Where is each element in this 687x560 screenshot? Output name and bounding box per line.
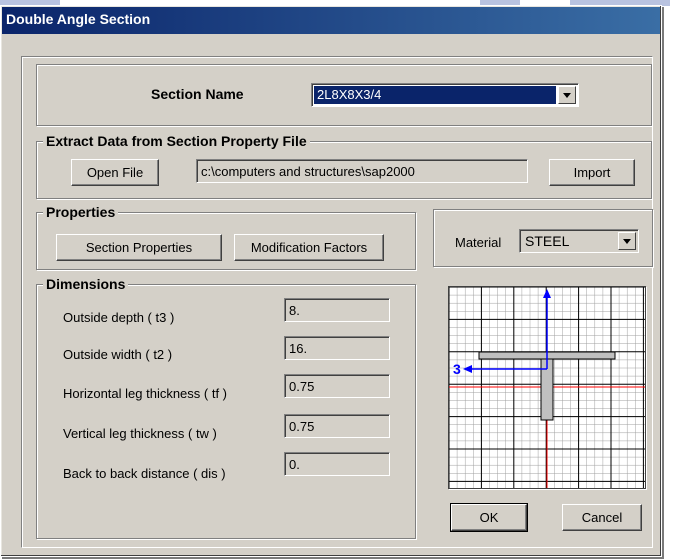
outside-depth-label: Outside depth ( t3 )	[63, 310, 175, 325]
vertical-leg-thickness-field[interactable]	[284, 414, 390, 438]
ok-button[interactable]: OK	[450, 503, 528, 532]
window-title: Double Angle Section	[6, 11, 151, 27]
material-label: Material	[455, 235, 502, 250]
extract-data-legend: Extract Data from Section Property File	[43, 133, 310, 149]
import-button[interactable]: Import	[549, 159, 635, 186]
open-file-button[interactable]: Open File	[71, 159, 159, 186]
file-path-field[interactable]	[196, 159, 528, 183]
vertical-leg-thickness-label: Vertical leg thickness ( tw )	[63, 426, 217, 441]
section-preview: 3	[448, 286, 646, 489]
section-name-value: 2L8X8X3/4	[314, 86, 556, 104]
axis-2-arrowhead	[543, 289, 551, 298]
properties-legend: Properties	[43, 204, 119, 220]
axis-3-arrowhead	[463, 365, 472, 373]
chevron-down-icon[interactable]	[618, 232, 636, 250]
outside-width-field[interactable]	[284, 336, 390, 360]
material-dropdown[interactable]: STEEL	[519, 229, 639, 253]
section-name-dropdown[interactable]: 2L8X8X3/4	[311, 83, 579, 107]
axis-3-label: 3	[453, 361, 461, 377]
dimensions-legend: Dimensions	[43, 276, 129, 292]
outside-width-label: Outside width ( t2 )	[63, 347, 173, 362]
horizontal-leg-thickness-field[interactable]	[284, 374, 390, 398]
material-value: STEEL	[525, 233, 570, 249]
section-preview-drawing: 3	[449, 287, 645, 488]
section-name-label: Section Name	[151, 86, 244, 102]
title-bar[interactable]: Double Angle Section	[2, 7, 660, 34]
modification-factors-button[interactable]: Modification Factors	[234, 234, 384, 261]
outside-depth-field[interactable]	[284, 298, 390, 322]
section-properties-button[interactable]: Section Properties	[56, 234, 222, 261]
back-to-back-distance-label: Back to back distance ( dis )	[63, 466, 226, 481]
back-to-back-distance-field[interactable]	[284, 452, 390, 476]
double-angle-section-dialog: Double Angle Section Section Name 2L8X8X…	[0, 5, 662, 557]
cancel-button[interactable]: Cancel	[562, 504, 642, 531]
horizontal-leg-thickness-label: Horizontal leg thickness ( tf )	[63, 386, 228, 401]
chevron-down-icon[interactable]	[558, 86, 576, 104]
